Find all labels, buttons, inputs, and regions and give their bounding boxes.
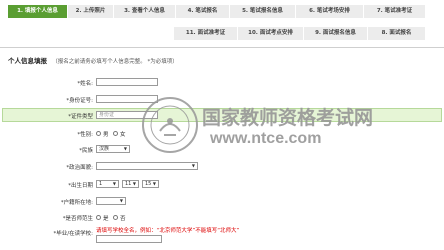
step-interview-exam-site[interactable]: 10. 面试考点安排 bbox=[238, 27, 304, 40]
section-note: （报名之前请务必填写个人信息完整。 *为必填项） bbox=[52, 59, 178, 65]
ethnicity-select[interactable]: 汉族 ▼ bbox=[96, 145, 130, 153]
name-input[interactable] bbox=[96, 78, 158, 86]
ethnicity-value: 汉族 bbox=[99, 146, 110, 152]
hukou-label: *户籍所在地: bbox=[60, 200, 93, 206]
normal-student-label: *是否师范生 bbox=[62, 216, 93, 222]
divider bbox=[0, 47, 444, 48]
gender-female-label: 女 bbox=[120, 132, 126, 138]
gender-female-radio[interactable] bbox=[113, 131, 118, 136]
step-interview-registration-info[interactable]: 9. 面试报名信息 bbox=[304, 27, 368, 40]
chevron-down-icon: ▼ bbox=[191, 163, 195, 168]
gender-label: *性别: bbox=[77, 132, 93, 138]
birth-month-value: 11 bbox=[125, 181, 132, 187]
name-label: *姓名: bbox=[77, 81, 93, 87]
chevron-down-icon: ▼ bbox=[123, 146, 127, 151]
school-label: *毕业/在读学校: bbox=[53, 231, 93, 237]
birth-day-select[interactable]: 15 ▼ bbox=[142, 180, 159, 188]
chevron-down-icon: ▼ bbox=[132, 181, 136, 186]
normal-student-no-label: 否 bbox=[120, 216, 126, 222]
normal-student-yes-label: 是 bbox=[103, 216, 109, 222]
normal-student-no-radio[interactable] bbox=[113, 215, 118, 220]
hukou-select[interactable]: ▼ bbox=[96, 197, 126, 205]
ethnicity-label: *民族 bbox=[79, 148, 93, 154]
chevron-down-icon: ▼ bbox=[119, 198, 123, 203]
step-written-exam-room[interactable]: 6. 笔试考场安排 bbox=[296, 5, 364, 18]
school-input[interactable] bbox=[96, 235, 162, 243]
gender-male-label: 男 bbox=[103, 132, 109, 138]
birth-month-select[interactable]: 11 ▼ bbox=[122, 180, 139, 188]
school-hint: 请填写学校全名，例如：“北京师范大学”不能填写“北师大” bbox=[96, 228, 240, 234]
chevron-down-icon: ▼ bbox=[112, 181, 116, 186]
step-interview-registration[interactable]: 8. 面试报名 bbox=[368, 27, 426, 40]
step-upload-photo[interactable]: 2. 上传照片 bbox=[68, 5, 114, 18]
step-written-admission-ticket[interactable]: 7. 笔试准考证 bbox=[364, 5, 426, 18]
chevron-down-icon: ▼ bbox=[152, 181, 156, 186]
political-select[interactable]: ▼ bbox=[96, 162, 198, 170]
step-written-registration-info[interactable]: 5. 笔试报名信息 bbox=[230, 5, 296, 18]
watermark-cn-text: 国家教师资格考试网 bbox=[202, 108, 374, 129]
gender-male-radio[interactable] bbox=[96, 131, 101, 136]
birth-date-label: *出生日期 bbox=[68, 183, 93, 189]
section-title-text: 个人信息填报 bbox=[8, 57, 47, 65]
step-view-personal-info[interactable]: 3. 查看个人信息 bbox=[114, 5, 176, 18]
political-label: *政治面貌: bbox=[66, 165, 93, 171]
step-interview-admission-ticket[interactable]: 11. 面试准考证 bbox=[174, 27, 238, 40]
step-written-registration[interactable]: 4. 笔试报名 bbox=[176, 5, 230, 18]
birth-day-value: 15 bbox=[145, 181, 152, 187]
birth-year-select[interactable]: 1 ▼ bbox=[96, 180, 119, 188]
id-number-label: *身份证号: bbox=[66, 98, 93, 104]
watermark-seal-icon bbox=[142, 97, 198, 153]
id-type-label: *证件类型 bbox=[68, 114, 93, 120]
birth-year-value: 1 bbox=[99, 181, 103, 187]
section-title: 个人信息填报 （报名之前请务必填写个人信息完整。 *为必填项） bbox=[8, 55, 178, 65]
watermark-url-text: www.ntce.com bbox=[210, 130, 322, 147]
step-fill-personal-info[interactable]: 1. 填报个人信息 bbox=[8, 5, 68, 18]
normal-student-yes-radio[interactable] bbox=[96, 215, 101, 220]
